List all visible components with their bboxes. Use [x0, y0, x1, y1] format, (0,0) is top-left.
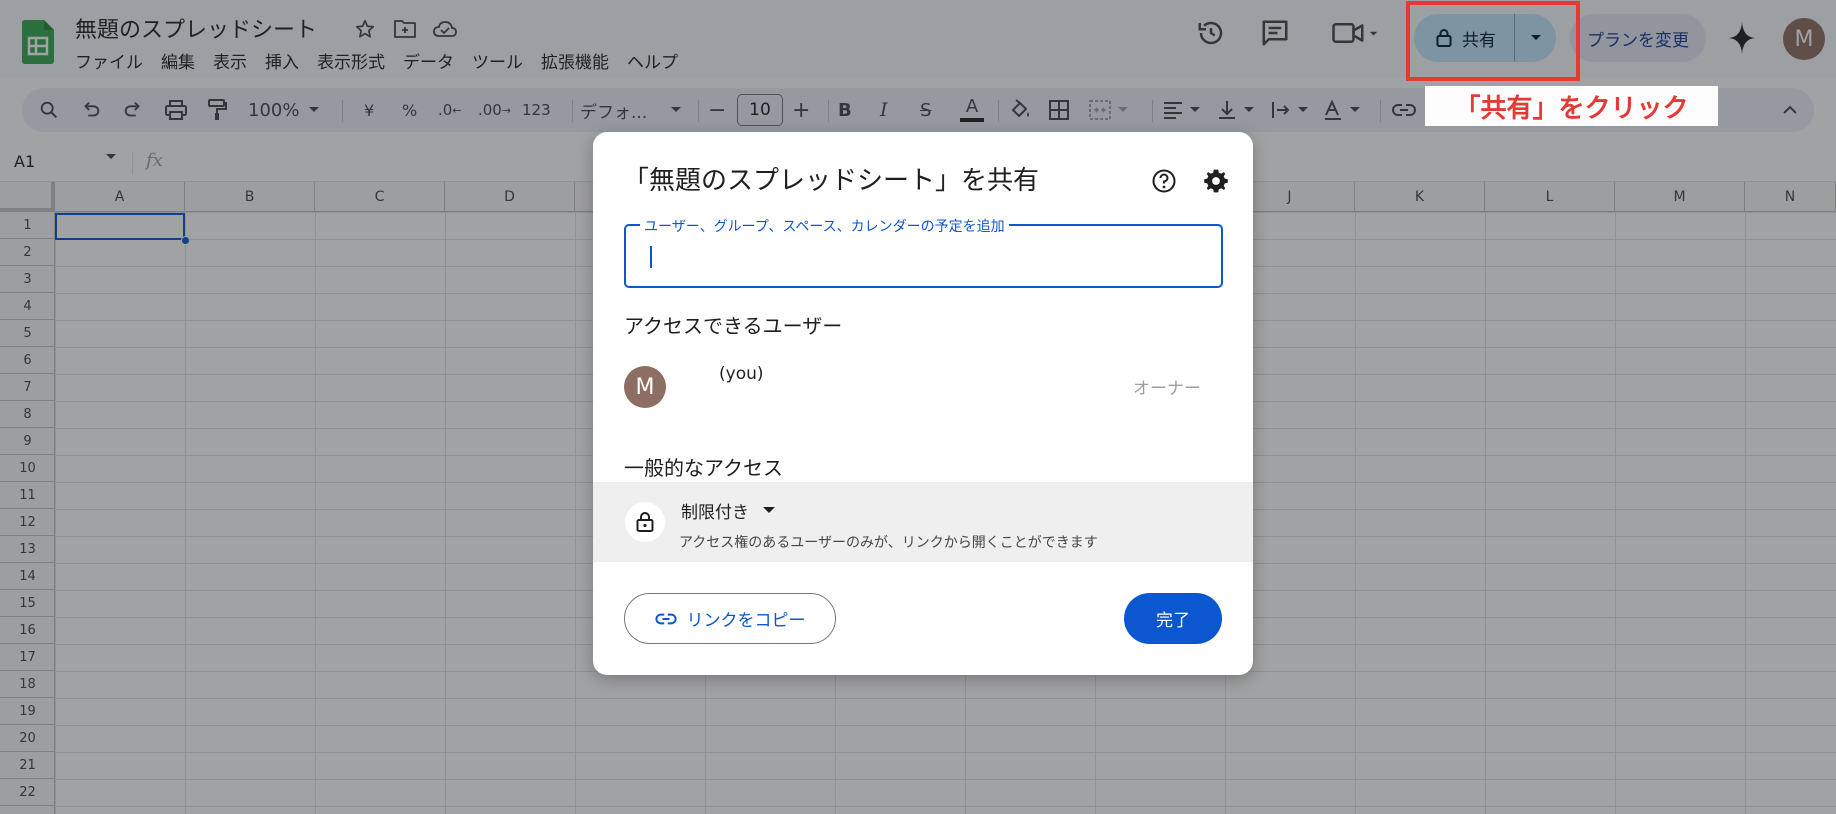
text-caret: [650, 246, 652, 268]
share-highlight-box: [1406, 1, 1580, 81]
user-role: オーナー: [1133, 379, 1201, 399]
help-icon[interactable]: [1151, 168, 1177, 194]
user-name: (you): [719, 364, 764, 384]
caret-down-icon: [763, 507, 775, 513]
access-description: アクセス権のあるユーザーのみが、リンクから開くことができます: [679, 535, 1098, 551]
user-avatar: M: [624, 366, 666, 408]
dialog-title: 「無題のスプレッドシート」を共有: [623, 166, 1040, 196]
copy-link-label: リンクをコピー: [686, 611, 806, 631]
share-dialog: 「無題のスプレッドシート」を共有 ユーザー、グループ、スペース、カレンダーの予定…: [593, 132, 1253, 675]
done-button[interactable]: 完了: [1124, 593, 1222, 644]
copy-link-button[interactable]: リンクをコピー: [624, 593, 836, 644]
instruction-callout: 「共有」をクリック: [1425, 86, 1718, 126]
gear-icon[interactable]: [1203, 168, 1229, 194]
general-access-heading: 一般的なアクセス: [624, 456, 783, 480]
access-type-dropdown[interactable]: 制限付き: [681, 498, 775, 523]
general-access-row: 制限付き アクセス権のあるユーザーのみが、リンクから開くことができます: [593, 482, 1253, 562]
link-icon: [654, 613, 677, 624]
access-type-label: 制限付き: [681, 503, 749, 523]
add-people-label: ユーザー、グループ、スペース、カレンダーの予定を追加: [640, 216, 1009, 236]
lock-icon: [625, 502, 665, 542]
people-with-access-heading: アクセスできるユーザー: [624, 314, 843, 338]
add-people-field[interactable]: ユーザー、グループ、スペース、カレンダーの予定を追加: [624, 216, 1223, 288]
